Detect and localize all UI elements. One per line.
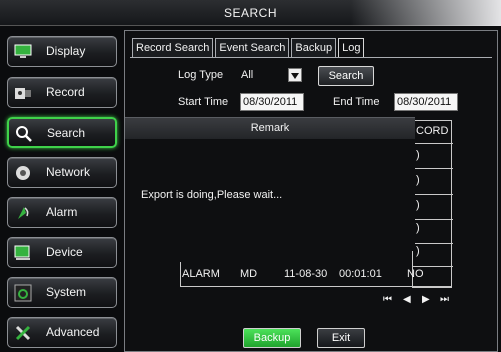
sidebar-item-network[interactable]: Network: [7, 157, 117, 188]
table-row-divider: [413, 219, 453, 220]
start-time-field[interactable]: 08/30/2011: [240, 93, 304, 111]
sidebar-item-label: Device: [46, 245, 83, 259]
tab-record-search[interactable]: Record Search: [132, 38, 214, 58]
sidebar-item-label: Network: [46, 165, 91, 179]
prev-page-icon[interactable]: ◀: [403, 294, 411, 305]
table-header-record: CORD: [416, 125, 449, 137]
sidebar-item-label: System: [46, 285, 87, 299]
last-page-icon[interactable]: ⏭: [440, 294, 449, 305]
next-page-icon[interactable]: ▶: [422, 294, 430, 305]
sidebar-item-label: Display: [46, 44, 86, 58]
tools-icon: [14, 324, 32, 342]
table-row-divider: [413, 168, 453, 169]
log-type-select[interactable]: All: [241, 69, 253, 81]
remark-title: Remark: [250, 122, 290, 134]
table-left-border: [180, 262, 181, 286]
search-button[interactable]: Search: [318, 66, 374, 86]
log-type-label: Log Type: [178, 69, 224, 81]
log-type-dropdown[interactable]: [288, 68, 302, 82]
backup-button[interactable]: Backup: [243, 328, 301, 348]
remark-dialog-header: Remark: [125, 117, 415, 139]
system-icon: [14, 284, 32, 302]
monitor-icon: [14, 43, 32, 61]
record-icon: [14, 84, 32, 102]
tab-backup[interactable]: Backup: [291, 38, 337, 58]
tab-divider: [130, 57, 492, 58]
table-cell: ): [416, 222, 420, 234]
table-row-divider: [413, 266, 453, 267]
network-icon: [14, 164, 32, 182]
end-time-field[interactable]: 08/30/2011: [394, 93, 458, 111]
sidebar-item-label: Record: [46, 85, 85, 99]
sidebar-item-display[interactable]: Display: [7, 36, 117, 67]
tab-event-search[interactable]: Event Search: [215, 38, 290, 58]
table-bottom-border: [180, 286, 452, 287]
end-time-label: End Time: [333, 96, 380, 108]
sidebar: Display Record Search Network Alarm Devi…: [0, 26, 124, 352]
table-cell: ): [416, 149, 420, 161]
start-time-label: Start Time: [178, 96, 229, 108]
search-icon: [15, 125, 33, 143]
cell-type: ALARM: [182, 268, 220, 280]
sidebar-item-label: Alarm: [46, 205, 78, 219]
tab-log[interactable]: Log: [338, 38, 365, 58]
table-row-divider: [413, 243, 453, 244]
sidebar-item-label: Search: [47, 126, 86, 140]
sidebar-item-advanced[interactable]: Advanced: [7, 317, 117, 348]
table-row-divider: [413, 194, 453, 195]
cell-date: 11-08-30: [284, 268, 328, 280]
table-cell: ): [416, 245, 420, 257]
table-row-divider: [413, 143, 453, 144]
tab-bar: Record Search Event Search Backup Log: [132, 38, 366, 58]
table-cell: ): [416, 174, 420, 186]
device-icon: [14, 244, 32, 262]
title-bar: SEARCH: [0, 0, 501, 26]
sidebar-item-system[interactable]: System: [7, 277, 117, 308]
exit-button[interactable]: Exit: [317, 328, 365, 348]
sidebar-item-label: Advanced: [46, 325, 100, 339]
sidebar-item-record[interactable]: Record: [7, 77, 117, 108]
cell-record: NO: [407, 268, 424, 280]
table-cell: ): [416, 199, 420, 211]
chevron-down-icon: [291, 66, 299, 84]
alarm-icon: [14, 204, 32, 222]
cell-subtype: MD: [240, 268, 258, 280]
table-row[interactable]: ALARM MD 11-08-30 00:01:01 NO: [182, 268, 437, 280]
sidebar-item-search[interactable]: Search: [7, 117, 117, 148]
first-page-icon[interactable]: ⏮: [383, 294, 392, 305]
sidebar-item-alarm[interactable]: Alarm: [7, 197, 117, 228]
export-status-message: Export is doing,Please wait...: [141, 189, 283, 201]
cell-time: 00:01:01: [339, 268, 382, 280]
sidebar-item-device[interactable]: Device: [7, 237, 117, 268]
screen-glare: [351, 0, 501, 26]
